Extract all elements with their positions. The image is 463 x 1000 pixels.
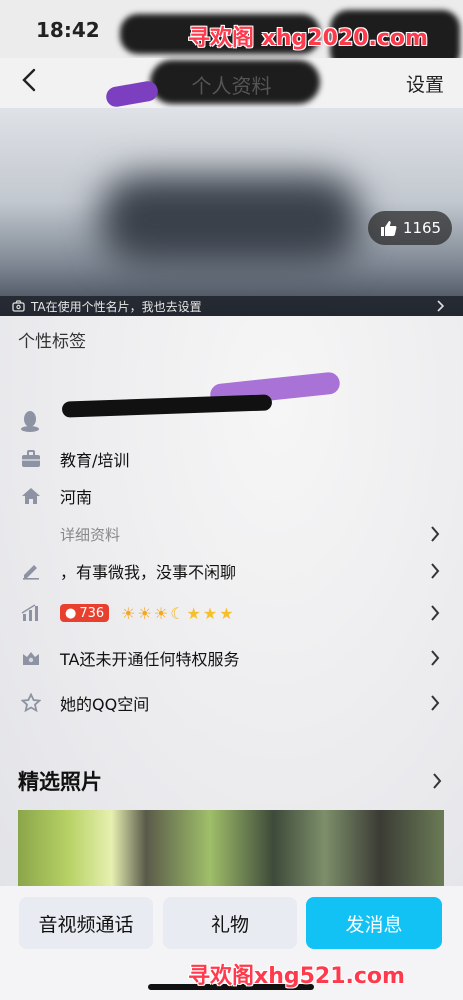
profile-row-privilege[interactable]: TA还未开通任何特权服务: [0, 645, 463, 671]
thumbs-up-icon: [380, 221, 397, 236]
profile-row-level[interactable]: ● 736 ☀ ☀ ☀ ☾ ★ ★ ★: [0, 600, 463, 626]
status-time: 18:42: [36, 18, 100, 42]
chevron-right-icon: [431, 695, 440, 711]
penguin-icon: [20, 410, 40, 436]
star-outline-icon: [20, 692, 42, 714]
qzone-text: 她的QQ空间: [60, 695, 150, 714]
level-icons: ☀ ☀ ☀ ☾ ★ ★ ★: [119, 604, 233, 623]
profile-row-signature[interactable]: ，有事微我，没事不闲聊: [0, 558, 463, 584]
chevron-right-icon: [431, 526, 440, 542]
send-message-button[interactable]: 发消息: [306, 897, 442, 949]
moon-icon: ☾: [170, 603, 185, 623]
star-icon: ★: [202, 603, 218, 623]
home-icon: [20, 485, 42, 507]
occupation-text: 教育/培训: [60, 451, 130, 470]
settings-button[interactable]: 设置: [406, 70, 444, 97]
star-icon: ★: [219, 603, 234, 623]
profile-row-occupation[interactable]: 教育/培训: [0, 446, 463, 472]
sun-icon: ☀: [121, 603, 136, 623]
watermark-bottom: 寻欢阁xhg521.com: [188, 964, 405, 989]
active-days-count: 736: [79, 605, 105, 621]
crown-icon: [20, 647, 42, 669]
watermark-top: 寻欢阁 xhg2020.com: [188, 26, 428, 51]
profile-row-qzone[interactable]: 她的QQ空间: [0, 690, 463, 716]
profile-row-location[interactable]: 河南: [0, 483, 463, 509]
cover-image: [100, 175, 360, 265]
chevron-right-icon: [437, 300, 444, 312]
details-text: 详细资料: [60, 525, 121, 544]
flame-icon: ●: [65, 605, 77, 621]
pencil-icon: [20, 560, 42, 582]
level-display: ● 736 ☀ ☀ ☀ ☾ ★ ★ ★: [60, 604, 234, 623]
page-title: 个人资料: [191, 74, 272, 98]
star-icon: ★: [186, 603, 201, 623]
like-button[interactable]: 1165: [368, 211, 452, 245]
card-icon: [12, 300, 25, 312]
chevron-right-icon: [431, 605, 440, 621]
gift-button[interactable]: 礼物: [163, 897, 297, 949]
card-style-tip[interactable]: TA在使用个性名片，我也去设置: [0, 296, 463, 316]
privilege-text: TA还未开通任何特权服务: [60, 650, 240, 669]
level-chart-icon: [20, 602, 42, 624]
signature-text: ，有事微我，没事不闲聊: [60, 563, 237, 582]
chevron-right-icon: [431, 650, 440, 666]
card-style-tip-text: TA在使用个性名片，我也去设置: [31, 299, 202, 314]
location-text: 河南: [60, 488, 93, 507]
featured-photos-title[interactable]: 精选照片: [18, 766, 102, 796]
chevron-right-icon: [431, 563, 440, 579]
chevron-right-icon[interactable]: [432, 772, 442, 790]
av-call-button[interactable]: 音视频通话: [19, 897, 153, 949]
active-days-badge: ● 736: [60, 604, 110, 622]
profile-row-details[interactable]: 详细资料: [0, 521, 463, 547]
sun-icon: ☀: [137, 603, 152, 623]
briefcase-icon: [20, 448, 42, 470]
personal-tags-label[interactable]: 个性标签: [18, 327, 86, 352]
like-count: 1165: [402, 219, 442, 237]
sun-icon: ☀: [153, 603, 169, 623]
